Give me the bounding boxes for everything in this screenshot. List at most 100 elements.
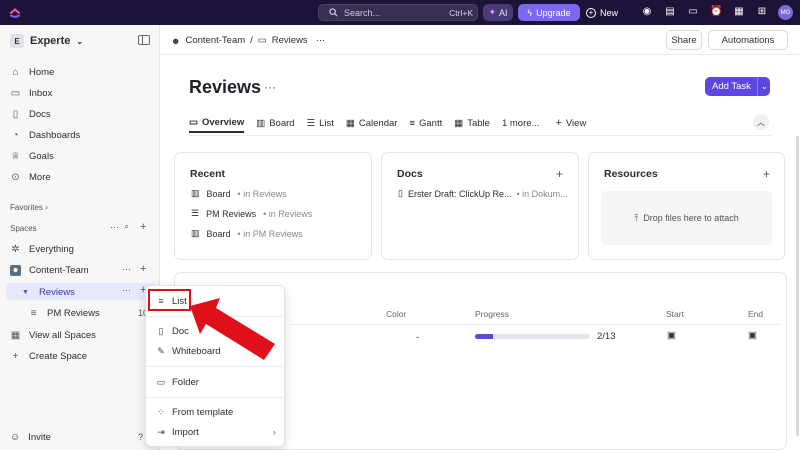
new-button[interactable]: + New bbox=[586, 4, 626, 21]
more-icon: ⊙ bbox=[11, 171, 20, 183]
breadcrumb-space[interactable]: Content-Team bbox=[185, 35, 245, 46]
start-date-icon[interactable]: ▣ bbox=[667, 330, 676, 341]
breadcrumb: ☻ Content-Team / ▭ Reviews ··· bbox=[171, 35, 325, 46]
new-label: New bbox=[600, 7, 619, 18]
doc-item[interactable]: ▯ Erster Draft: ClickUp Re... • in Dokum… bbox=[398, 188, 568, 199]
tabs-divider bbox=[189, 135, 771, 136]
workspace-switcher[interactable]: E Experte ⌄ bbox=[10, 34, 83, 48]
recent-item-location: • in PM Reviews bbox=[237, 228, 303, 239]
team-space-icon: ☻ bbox=[171, 35, 181, 46]
upgrade-button[interactable]: ϟ Upgrade bbox=[518, 4, 580, 21]
sidebar-item-create-space[interactable]: + Create Space bbox=[10, 348, 88, 364]
overview-icon: ▭ bbox=[189, 116, 198, 128]
title-more-icon[interactable]: ··· bbox=[264, 80, 276, 94]
collapse-header-button[interactable]: ︿ bbox=[753, 114, 769, 130]
add-view-button[interactable]: + View bbox=[555, 113, 586, 133]
spaces-search-icon[interactable]: ⌕ bbox=[124, 221, 129, 232]
menu-item-from-template[interactable]: ⁘ From template bbox=[156, 405, 233, 419]
sidebar-item-home[interactable]: ⌂ Home bbox=[10, 64, 54, 80]
collapse-sidebar-icon[interactable] bbox=[138, 35, 150, 45]
invite-button[interactable]: ☺ Invite bbox=[10, 432, 51, 443]
add-task-button[interactable]: Add Task ⌄ bbox=[705, 77, 770, 96]
tab-label: List bbox=[319, 117, 334, 129]
menu-item-import[interactable]: ⇥ Import › bbox=[156, 425, 276, 439]
help-icon[interactable]: ? bbox=[138, 432, 143, 442]
page-title: Reviews bbox=[189, 77, 262, 97]
goals-icon: ♕ bbox=[11, 150, 20, 162]
grid-icon: ▦ bbox=[10, 329, 21, 341]
spaces-more-icon[interactable]: ··· bbox=[110, 222, 119, 232]
grid-apps-icon[interactable]: ▦ bbox=[733, 6, 745, 18]
tab-overview[interactable]: ▭ Overview bbox=[189, 113, 245, 133]
breadcrumb-more-icon[interactable]: ··· bbox=[316, 35, 326, 46]
sidebar-item-docs[interactable]: ▯ Docs bbox=[10, 106, 51, 122]
resources-card: Resources + ⤒ Drop files here to attach bbox=[588, 152, 785, 260]
tab-more[interactable]: 1 more... bbox=[502, 113, 540, 133]
sidebar-item-pm-reviews[interactable]: ≡ PM Reviews bbox=[28, 305, 100, 321]
search-shortcut: Ctrl+K bbox=[449, 7, 473, 18]
scrollbar[interactable] bbox=[796, 136, 799, 436]
ai-button[interactable]: ✦ AI bbox=[483, 4, 513, 21]
tab-board[interactable]: ▥ Board bbox=[256, 113, 294, 133]
menu-item-doc[interactable]: ▯ Doc bbox=[156, 324, 189, 338]
breadcrumb-separator: / bbox=[250, 35, 253, 46]
app-logo-icon[interactable] bbox=[9, 6, 21, 18]
breadcrumb-folder[interactable]: Reviews bbox=[272, 35, 308, 46]
sidebar-item-inbox[interactable]: ▭ Inbox bbox=[10, 85, 52, 101]
favorites-label: Favorites bbox=[10, 203, 43, 212]
add-resource-icon[interactable]: + bbox=[763, 167, 770, 181]
tab-gantt[interactable]: ≡ Gantt bbox=[409, 113, 442, 133]
sidebar-item-label: Everything bbox=[29, 243, 74, 255]
notepad-icon[interactable]: ▤ bbox=[664, 6, 676, 18]
chevron-down-icon[interactable]: ⌄ bbox=[758, 82, 768, 91]
tab-calendar[interactable]: ▦ Calendar bbox=[346, 113, 398, 133]
spaces-add-icon[interactable]: + bbox=[140, 221, 146, 233]
sidebar-item-everything[interactable]: ✲ Everything bbox=[10, 241, 74, 257]
add-doc-icon[interactable]: + bbox=[556, 167, 563, 181]
workspace-name: Experte bbox=[30, 35, 71, 47]
recent-item[interactable]: ☰ PM Reviews • in Reviews bbox=[191, 208, 312, 219]
alarm-clock-icon[interactable]: ⏰ bbox=[710, 6, 722, 18]
recent-item[interactable]: ▥ Board • in PM Reviews bbox=[191, 228, 303, 239]
ai-label: AI bbox=[499, 7, 508, 18]
tab-table[interactable]: ▦ Table bbox=[454, 113, 490, 133]
recent-item-location: • in Reviews bbox=[237, 188, 287, 199]
chevron-right-icon: › bbox=[45, 203, 48, 212]
sidebar-item-label: Home bbox=[29, 66, 55, 78]
annotation-highlight-box bbox=[148, 289, 191, 311]
annotation-arrow bbox=[190, 298, 275, 360]
file-dropzone[interactable]: ⤒ Drop files here to attach bbox=[601, 191, 772, 245]
sidebar-item-more[interactable]: ⊙ More bbox=[10, 169, 51, 185]
menu-item-label: Doc bbox=[172, 325, 189, 337]
favorites-section[interactable]: Favorites › bbox=[10, 203, 48, 212]
template-icon: ⁘ bbox=[157, 406, 165, 417]
space-more-icon[interactable]: ··· bbox=[122, 264, 131, 274]
video-icon[interactable]: ▭ bbox=[687, 6, 699, 18]
sidebar-item-dashboards[interactable]: ◔ Dashboards bbox=[10, 127, 80, 143]
apps-icon[interactable]: ⊞ bbox=[756, 6, 768, 18]
inbox-icon: ▭ bbox=[10, 87, 21, 99]
plus-circle-icon: + bbox=[586, 7, 596, 18]
tab-list[interactable]: ☰ List bbox=[307, 113, 334, 133]
chevron-up-icon: ︿ bbox=[757, 117, 765, 127]
sidebar-item-label: More bbox=[29, 171, 51, 183]
folder-more-icon[interactable]: ··· bbox=[122, 285, 131, 295]
share-button[interactable]: Share bbox=[666, 30, 702, 50]
sidebar-item-content-team[interactable]: ☻ Content-Team bbox=[10, 262, 89, 278]
plus-icon: + bbox=[12, 350, 19, 362]
automations-button[interactable]: Automations bbox=[708, 30, 788, 50]
sidebar-item-goals[interactable]: ♕ Goals bbox=[10, 148, 54, 164]
menu-item-folder[interactable]: ▭ Folder bbox=[156, 375, 199, 389]
end-date-icon[interactable]: ▣ bbox=[748, 330, 757, 341]
table-cell-color[interactable]: - bbox=[416, 332, 419, 343]
menu-item-label: Folder bbox=[172, 376, 199, 388]
spaces-label: Spaces bbox=[10, 224, 37, 233]
check-circle-icon[interactable]: ◉ bbox=[641, 6, 653, 18]
sidebar-item-view-all-spaces[interactable]: ▦ View all Spaces bbox=[10, 327, 96, 343]
space-add-icon[interactable]: + bbox=[140, 263, 146, 275]
progress-bar bbox=[475, 334, 590, 339]
search-bar[interactable]: Search... Ctrl+K bbox=[318, 4, 478, 21]
table-icon: ▦ bbox=[454, 117, 464, 129]
avatar[interactable]: MG bbox=[778, 5, 793, 20]
recent-item[interactable]: ▥ Board • in Reviews bbox=[191, 188, 287, 199]
